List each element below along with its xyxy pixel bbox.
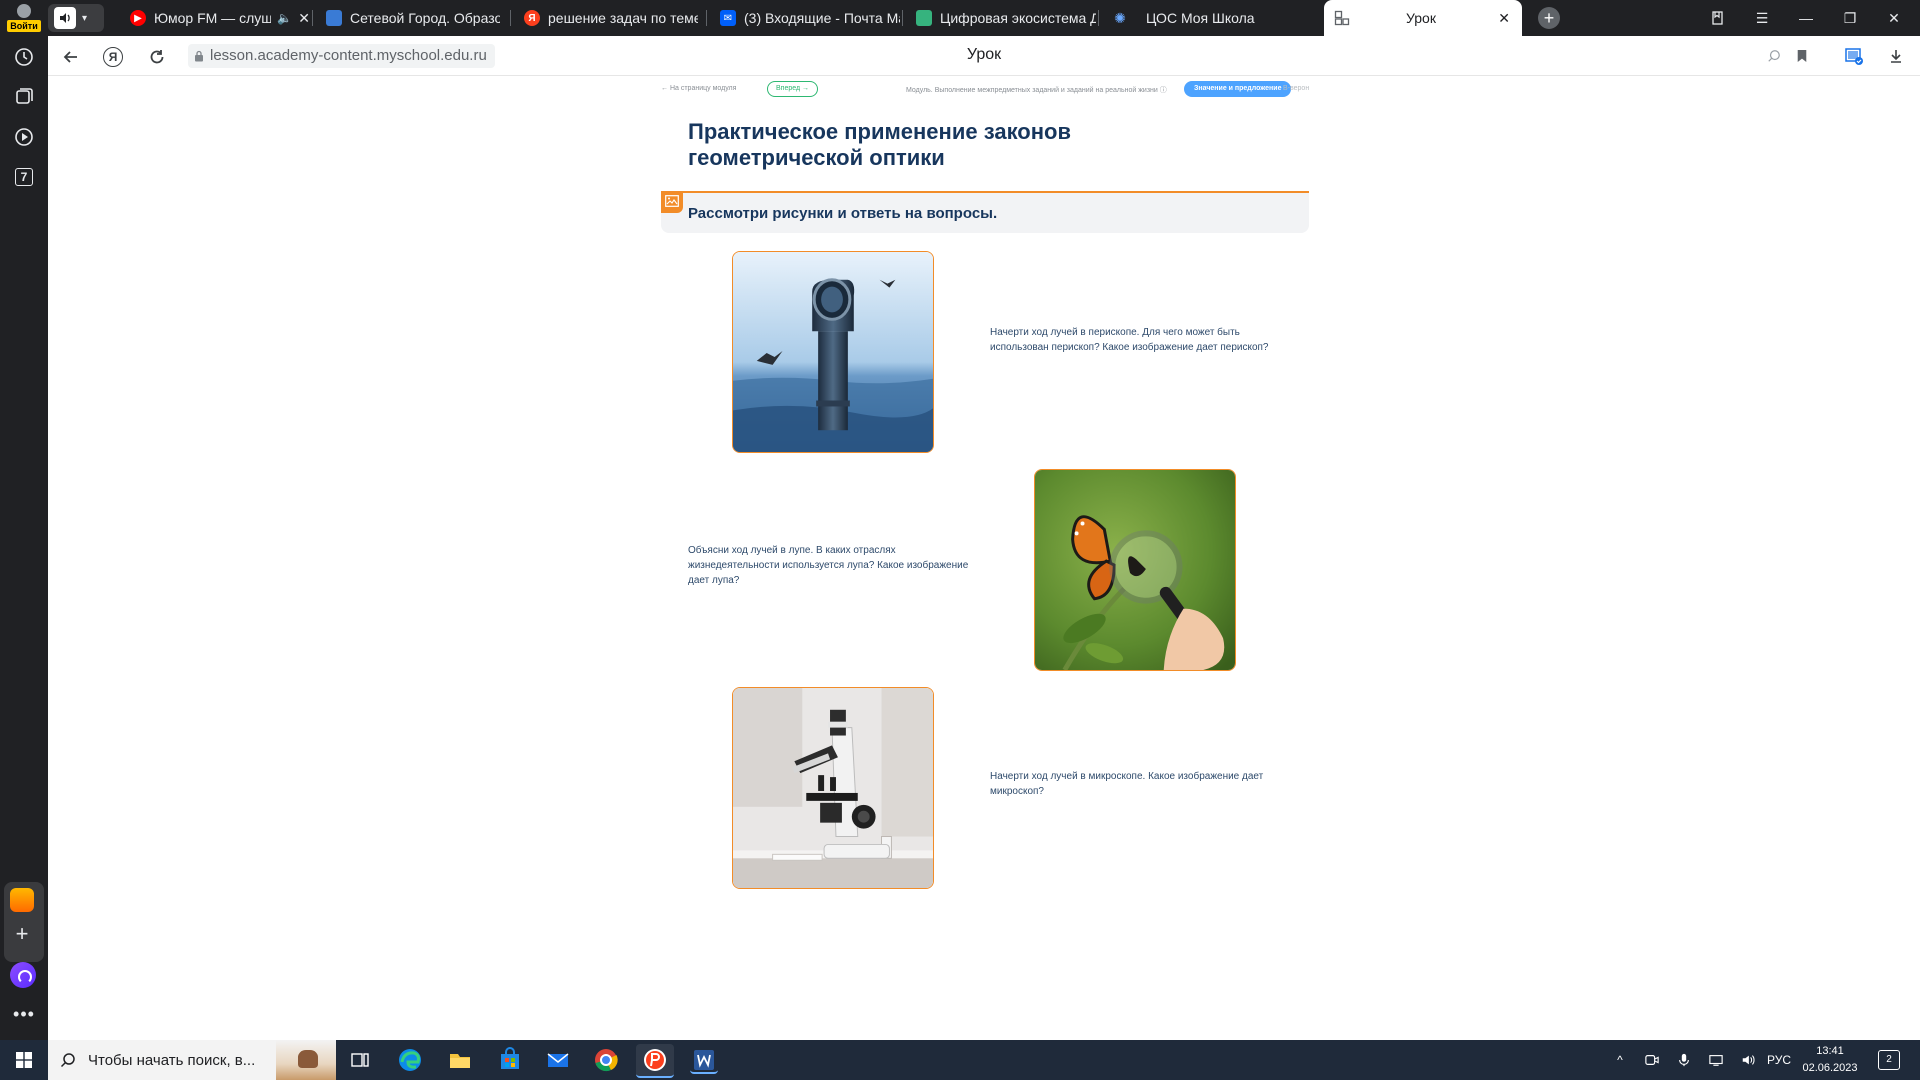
alice-assistant-icon[interactable] (10, 962, 36, 988)
close-icon[interactable]: ✕ (298, 10, 310, 27)
search-placeholder: Чтобы начать поиск, в... (88, 1051, 256, 1069)
yandex-home-icon[interactable]: Я (100, 44, 126, 70)
question-microscope: Начерти ход лучей в микроскопе. Какое из… (990, 771, 1264, 797)
edge-browser-icon[interactable] (396, 1046, 424, 1074)
volume-icon[interactable] (1736, 1040, 1760, 1080)
microscope-image (732, 687, 934, 889)
windows-taskbar: Чтобы начать поиск, в... ^ РУС 13:41 02.… (0, 1040, 1920, 1080)
yandex-favicon-icon: Я (524, 10, 540, 26)
collections-icon[interactable] (9, 82, 39, 112)
add-app-icon[interactable]: + (10, 922, 34, 946)
zen-app-icon[interactable] (10, 888, 34, 912)
meet-now-icon[interactable] (1640, 1040, 1664, 1080)
mail-app-icon[interactable] (544, 1046, 572, 1074)
bookmark-icon[interactable] (1792, 46, 1812, 66)
minimize-icon[interactable]: — (1784, 0, 1828, 36)
chrome-icon[interactable] (592, 1046, 620, 1074)
tab-separator (1098, 10, 1099, 26)
search-highlight-image (276, 1040, 336, 1080)
user-icon (17, 4, 31, 18)
close-icon[interactable]: ✕ (1498, 10, 1510, 27)
tab-my-school[interactable]: ✺ ЦОС Моя Школа (1102, 0, 1292, 36)
bookmarks-panel-icon[interactable] (1696, 0, 1740, 36)
history-icon[interactable] (9, 42, 39, 72)
search-icon (60, 1053, 75, 1068)
lesson-navigation: ← На страницу модуля Вперед → Модуль. Вы… (661, 80, 1357, 100)
network-city-favicon-icon (326, 10, 342, 26)
question-magnifier: Объясни ход лучей в лупе. В каких отрасл… (688, 545, 969, 586)
tab-humor-fm[interactable]: ▶ Юмор FM — слушать 🔈 ✕ (120, 0, 310, 36)
calendar-counter-icon[interactable]: 7 (9, 162, 39, 192)
lesson-title: Практическое применение законов геометри… (688, 119, 1071, 170)
tab-digital-ecosystem[interactable]: Цифровая экосистема ДПО (906, 0, 1096, 36)
forward-button[interactable]: Вперед → (767, 81, 819, 97)
show-hidden-icons[interactable]: ^ (1608, 1040, 1632, 1080)
task-prompt-box: Рассмотри рисунки и ответь на вопросы. (661, 191, 1309, 233)
new-tab-button[interactable]: + (1538, 7, 1560, 29)
youtube-favicon-icon: ▶ (130, 10, 146, 26)
lock-icon[interactable] (194, 50, 204, 62)
extension-icon[interactable] (1844, 46, 1864, 66)
login-badge: Войти (7, 20, 41, 32)
download-icon[interactable] (1886, 46, 1906, 66)
tab-lesson[interactable]: Урок ✕ (1324, 0, 1522, 36)
periscope-image (732, 251, 934, 453)
my-school-favicon-icon: ✺ (1114, 9, 1126, 26)
lesson-page: ← На страницу модуля Вперед → Модуль. Вы… (48, 77, 1920, 1040)
tab-mail[interactable]: ✉ (3) Входящие - Почта Mail.ru (710, 0, 900, 36)
windows-logo-icon (16, 1052, 32, 1068)
task-prompt-text: Рассмотри рисунки и ответь на вопросы. (688, 205, 998, 222)
reload-icon[interactable] (144, 44, 170, 70)
back-arrow-icon[interactable] (58, 44, 84, 70)
more-icon[interactable]: ••• (9, 1004, 39, 1024)
tab-bar: ▾ ▶ Юмор FM — слушать 🔈 ✕ Сетевой Город.… (48, 0, 1920, 36)
menu-icon[interactable]: ☰ (1740, 0, 1784, 36)
mute-icon[interactable]: 🔈 (277, 11, 292, 25)
clock[interactable]: 13:41 02.06.2023 (1794, 1043, 1866, 1077)
mail-favicon-icon: ✉ (720, 10, 736, 26)
chevron-down-icon: ▾ (82, 12, 88, 24)
page-favicon-icon (1334, 10, 1350, 26)
close-window-icon[interactable]: ✕ (1872, 0, 1916, 36)
question-periscope: Начерти ход лучей в перископе. Для чего … (990, 327, 1269, 353)
tab-separator (312, 10, 313, 26)
notifications-icon[interactable]: 2 (1878, 1050, 1900, 1070)
current-step-tab[interactable]: Значение и предложение (1184, 81, 1292, 97)
url-text: lesson.academy-content.myschool.edu.ru (210, 47, 487, 64)
magnifier-butterfly-image (1034, 469, 1236, 671)
back-to-module-link[interactable]: ← На страницу модуля (661, 85, 736, 92)
video-play-icon[interactable] (9, 122, 39, 152)
speaker-icon (54, 7, 76, 29)
task-view-icon[interactable] (346, 1046, 374, 1074)
module-breadcrumb: Модуль. Выполнение межпредметных заданий… (906, 87, 1167, 94)
restore-icon[interactable]: ❐ (1828, 0, 1872, 36)
address-bar: Я lesson.academy-content.myschool.edu.ru… (48, 36, 1920, 76)
network-icon[interactable] (1704, 1040, 1728, 1080)
yandex-browser-icon[interactable] (636, 1044, 674, 1078)
word-icon[interactable] (690, 1046, 718, 1074)
windows-start-button[interactable] (0, 1040, 48, 1080)
next-step-tab[interactable]: В-верон (1283, 85, 1309, 92)
tab-network-city[interactable]: Сетевой Город. Образование (316, 0, 506, 36)
microphone-icon[interactable] (1672, 1040, 1696, 1080)
tab-separator (706, 10, 707, 26)
profile-avatar[interactable]: Войти (6, 2, 42, 32)
tab-yandex-search[interactable]: Я решение задач по теме линзы (514, 0, 704, 36)
file-explorer-icon[interactable] (446, 1046, 474, 1074)
tab-separator (510, 10, 511, 26)
audio-control[interactable]: ▾ (48, 4, 104, 32)
language-indicator[interactable]: РУС (1764, 1040, 1794, 1080)
ecosystem-favicon-icon (916, 10, 932, 26)
image-task-icon (661, 191, 683, 213)
microsoft-store-icon[interactable] (496, 1046, 524, 1074)
browser-sidebar: Войти 7 + ••• (0, 0, 48, 1040)
tab-separator (902, 10, 903, 26)
taskbar-search[interactable]: Чтобы начать поиск, в... (48, 1040, 336, 1080)
search-chat-icon[interactable] (1764, 46, 1784, 66)
url-field[interactable]: lesson.academy-content.myschool.edu.ru (188, 44, 495, 68)
